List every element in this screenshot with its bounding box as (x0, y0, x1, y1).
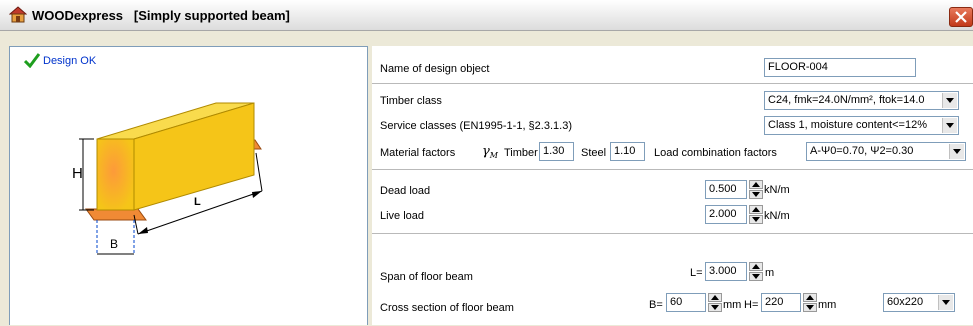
dead-load-spinner[interactable] (749, 180, 763, 199)
dead-load-label: Dead load (380, 185, 431, 197)
spin-down-icon[interactable] (803, 303, 817, 312)
window-titlebar[interactable]: WOODexpress [Simply supported beam] (0, 0, 973, 31)
h-unit: mm (818, 299, 837, 311)
dim-label-h: H (72, 165, 83, 182)
width-b-spinner[interactable] (708, 293, 722, 312)
spin-up-icon[interactable] (749, 205, 763, 214)
span-input[interactable]: 3.000 (705, 262, 747, 281)
cross-section-label: Cross section of floor beam (380, 302, 514, 314)
chevron-down-icon[interactable] (942, 93, 957, 108)
spin-down-icon[interactable] (749, 190, 763, 199)
timber-factor-label: Timber (504, 147, 538, 159)
live-load-unit: kN/m (764, 210, 790, 222)
spin-up-icon[interactable] (803, 293, 817, 302)
section-size-select[interactable]: 60x220 (883, 293, 955, 312)
dim-label-l: L (194, 196, 201, 208)
divider (372, 169, 973, 170)
b-prefix: B= (649, 299, 663, 311)
spin-down-icon[interactable] (749, 215, 763, 224)
beam-front-face (96, 138, 135, 211)
chevron-down-icon[interactable] (942, 118, 957, 133)
b-unit: mm (723, 299, 742, 311)
service-class-value: Class 1, moisture content<=12% (768, 119, 927, 131)
timber-factor-input[interactable]: 1.30 (539, 142, 574, 161)
live-load-spinner[interactable] (749, 205, 763, 224)
beam-preview-panel: Design OK H L B (9, 46, 368, 325)
timber-class-select[interactable]: C24, fmk=24.0N/mm², ftok=14.0 (764, 91, 959, 110)
steel-factor-input[interactable]: 1.10 (610, 142, 645, 161)
beam-diagram: H L B (72, 102, 263, 255)
live-load-label: Live load (380, 210, 425, 222)
close-button[interactable] (949, 7, 973, 27)
gamma-symbol: γM (482, 144, 498, 160)
span-label: Span of floor beam (380, 271, 473, 283)
spin-up-icon[interactable] (749, 180, 763, 189)
house-icon (9, 6, 27, 23)
window-title: WOODexpress [Simply supported beam] (32, 8, 290, 23)
load-combination-value: A-Ψ0=0.70, Ψ2=0.30 (810, 145, 914, 157)
service-class-select[interactable]: Class 1, moisture content<=12% (764, 116, 959, 135)
chevron-down-icon[interactable] (938, 295, 953, 310)
load-combination-select[interactable]: A-Ψ0=0.70, Ψ2=0.30 (806, 142, 966, 161)
span-spinner[interactable] (749, 262, 763, 281)
dead-load-input[interactable]: 0.500 (705, 180, 747, 199)
dim-label-b: B (110, 237, 118, 251)
spin-down-icon[interactable] (749, 272, 763, 281)
material-factors-label: Material factors (380, 147, 456, 159)
live-load-input[interactable]: 2.000 (705, 205, 747, 224)
left-support (85, 208, 147, 221)
divider (372, 233, 973, 234)
section-size-value: 60x220 (887, 296, 924, 308)
chevron-down-icon[interactable] (949, 144, 964, 159)
name-label: Name of design object (380, 63, 490, 75)
design-inputs-panel: Name of design object FLOOR-004 Timber c… (372, 46, 973, 325)
spin-up-icon[interactable] (749, 262, 763, 271)
height-h-spinner[interactable] (803, 293, 817, 312)
spin-up-icon[interactable] (708, 293, 722, 302)
h-prefix: H= (744, 299, 759, 311)
spin-down-icon[interactable] (708, 303, 722, 312)
timber-class-label: Timber class (380, 95, 442, 107)
timber-class-value: C24, fmk=24.0N/mm², ftok=14.0 (768, 94, 925, 106)
name-input[interactable]: FLOOR-004 (764, 58, 916, 77)
span-prefix: L= (690, 267, 703, 279)
service-class-label: Service classes (EN1995-1-1, §2.3.1.3) (380, 120, 572, 132)
divider (372, 83, 973, 84)
steel-factor-label: Steel (581, 147, 607, 159)
load-combination-label: Load combination factors (654, 147, 777, 159)
height-h-input[interactable]: 220 (761, 293, 801, 312)
span-unit: m (765, 267, 775, 279)
dead-load-unit: kN/m (764, 184, 790, 196)
width-b-input[interactable]: 60 (666, 293, 706, 312)
close-icon (955, 11, 967, 23)
